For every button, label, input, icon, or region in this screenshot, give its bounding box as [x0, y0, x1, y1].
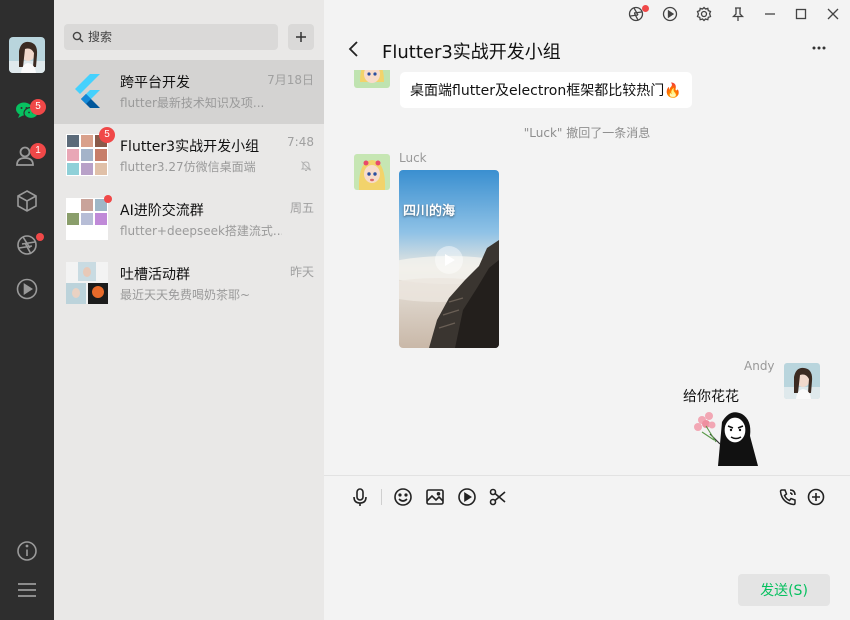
- toolbar-divider: [381, 489, 382, 505]
- unread-dot: [104, 195, 112, 203]
- video-play-icon[interactable]: [456, 486, 478, 508]
- moments-dot: [36, 233, 44, 241]
- chat-pane: Flutter3实战开发小组 桌面端flutter及electron框架都比较热…: [324, 0, 850, 620]
- conversation-title: AI进阶交流群: [120, 203, 204, 219]
- chat-badge: 5: [30, 99, 46, 115]
- menu-icon[interactable]: [14, 577, 40, 603]
- sender-name: Andy: [744, 359, 775, 373]
- channels-play-icon[interactable]: [14, 276, 40, 302]
- window-topbar: [324, 0, 850, 30]
- group-avatar: [66, 262, 108, 304]
- back-arrow-icon[interactable]: [346, 40, 362, 58]
- sender-avatar[interactable]: [354, 70, 390, 88]
- cube-icon[interactable]: [14, 188, 40, 214]
- video-caption: 四川的海: [403, 204, 456, 219]
- conversation-item[interactable]: 5 Flutter3实战开发小组 flutter3.27仿微信桌面端 7:48: [54, 124, 324, 188]
- sender-avatar[interactable]: [784, 363, 820, 399]
- conversation-preview: 最近天天免费喝奶茶耶~: [120, 288, 251, 302]
- info-icon[interactable]: [14, 538, 40, 564]
- mute-bell-icon: [300, 161, 312, 171]
- unread-badge: 5: [99, 127, 115, 143]
- conversation-list: 跨平台开发 flutter最新技术知识及项... 7月18日 5 Flutter…: [54, 0, 324, 620]
- conversation-time: 7:48: [287, 135, 314, 149]
- maximize-icon[interactable]: [791, 4, 811, 24]
- conversation-preview: flutter+deepseek搭建流式...: [120, 224, 282, 238]
- phone-call-icon[interactable]: [777, 486, 799, 508]
- close-icon[interactable]: [823, 4, 843, 24]
- play-button[interactable]: [435, 246, 463, 274]
- search-icon: [72, 31, 84, 43]
- conversation-time: 7月18日: [267, 73, 314, 87]
- scissors-icon[interactable]: [487, 486, 509, 508]
- sticker-text: 给你花花: [683, 389, 739, 405]
- sender-avatar[interactable]: [354, 154, 390, 190]
- conversation-item[interactable]: 吐槽活动群 最近天天免费喝奶茶耶~ 昨天: [54, 252, 324, 316]
- emoji-icon[interactable]: [392, 486, 414, 508]
- search-box[interactable]: [64, 24, 278, 50]
- settings-gear-icon[interactable]: [694, 4, 714, 24]
- chat-title: Flutter3实战开发小组: [382, 42, 561, 63]
- add-button[interactable]: [288, 24, 314, 50]
- recall-notice: "Luck" 撤回了一条消息: [523, 126, 651, 140]
- nav-rail: 5 1: [0, 0, 54, 620]
- add-circle-icon[interactable]: [805, 486, 827, 508]
- chat-header: Flutter3实战开发小组: [324, 30, 850, 70]
- conversation-preview: flutter3.27仿微信桌面端: [120, 160, 256, 174]
- message-input[interactable]: [344, 518, 830, 568]
- play-icon: [445, 254, 455, 266]
- send-button[interactable]: 发送(S): [738, 574, 830, 606]
- image-icon[interactable]: [424, 486, 446, 508]
- conversation-time: 昨天: [289, 265, 314, 279]
- conversation-item[interactable]: AI进阶交流群 flutter+deepseek搭建流式... 周五: [54, 188, 324, 252]
- message-list: 桌面端flutter及electron框架都比较热门🔥 "Luck" 撤回了一条…: [324, 70, 850, 475]
- input-area: 发送(S): [324, 475, 850, 620]
- pin-icon[interactable]: [728, 4, 748, 24]
- sender-name: Luck: [399, 151, 427, 165]
- microphone-icon[interactable]: [349, 486, 371, 508]
- conversation-item[interactable]: 跨平台开发 flutter最新技术知识及项... 7月18日: [54, 60, 324, 124]
- plus-icon: [296, 32, 306, 42]
- conversation-title: 吐槽活动群: [120, 267, 190, 283]
- message-bubble[interactable]: 桌面端flutter及electron框架都比较热门🔥: [400, 72, 692, 108]
- flutter-logo-avatar: [66, 70, 108, 112]
- notification-dot: [642, 5, 649, 12]
- minimize-icon[interactable]: [760, 4, 780, 24]
- conversation-title: Flutter3实战开发小组: [120, 139, 260, 155]
- conversation-preview: flutter最新技术知识及项...: [120, 96, 265, 110]
- group-avatar: [66, 198, 108, 240]
- search-input[interactable]: [88, 24, 268, 50]
- more-dots-icon[interactable]: [812, 46, 826, 50]
- conversation-title: 跨平台开发: [120, 75, 190, 91]
- contacts-badge: 1: [30, 143, 46, 159]
- flower-meme-sticker[interactable]: [692, 404, 766, 466]
- conversation-time: 周五: [289, 201, 314, 215]
- my-avatar[interactable]: [9, 37, 45, 73]
- video-message[interactable]: 四川的海: [399, 170, 499, 348]
- play-circle-icon[interactable]: [660, 4, 680, 24]
